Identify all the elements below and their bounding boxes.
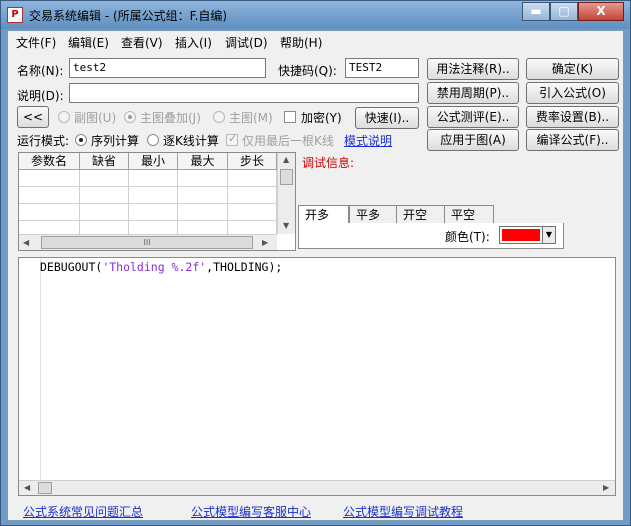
compile-formula-button[interactable]: 编译公式(F).. (526, 129, 619, 151)
table-horizontal-scrollbar[interactable]: ◀ III ▶ (19, 234, 277, 250)
title-bar[interactable]: P 交易系统编辑 - (所属公式组：F.自编) ▬ □ X (1, 1, 630, 29)
usage-notes-button[interactable]: 用法注释(R).. (427, 58, 519, 80)
editor-gutter (19, 258, 41, 480)
fast-button[interactable]: 快速(I).. (355, 107, 419, 129)
tab-close-long[interactable]: 平多 (349, 205, 396, 225)
description-label: 说明(D): (17, 89, 64, 103)
menu-edit[interactable]: 编辑(E) (68, 34, 109, 51)
col-min: 最小 (129, 153, 178, 170)
editor-scroll-thumb[interactable] (38, 482, 52, 494)
maximize-button[interactable]: □ (550, 2, 578, 21)
color-label: 颜色(T): (445, 230, 490, 244)
main-overlay-label: 主图叠加(J) (140, 111, 201, 125)
menu-bar: 文件(F) 编辑(E) 查看(V) 插入(I) 调试(D) 帮助(H) (8, 31, 623, 51)
bar-by-bar-label: 逐K线计算 (163, 134, 219, 148)
subchart-radio[interactable] (58, 111, 70, 123)
menu-insert[interactable]: 插入(I) (175, 34, 212, 51)
window-title: 交易系统编辑 - (所属公式组：F.自编) (29, 9, 228, 23)
col-step: 步长 (228, 153, 277, 170)
minimize-button[interactable]: ▬ (522, 2, 550, 21)
scroll-down-icon[interactable]: ▼ (283, 221, 289, 230)
encrypt-checkbox[interactable] (284, 111, 296, 123)
parameter-table-header: 参数名 缺省 最小 最大 步长 (19, 153, 277, 170)
tutorial-link[interactable]: 公式模型编写调试教程 (343, 503, 463, 520)
close-button[interactable]: X (578, 2, 624, 21)
support-center-link[interactable]: 公式模型编写客服中心 (191, 503, 311, 520)
description-field[interactable] (69, 83, 419, 103)
parameter-table[interactable]: 参数名 缺省 最小 最大 步长 ▲ ▼ ◀ III ▶ (18, 152, 296, 251)
col-param-name: 参数名 (19, 153, 80, 170)
table-row[interactable] (19, 170, 277, 187)
faq-link[interactable]: 公式系统常见问题汇总 (23, 503, 143, 520)
scroll-left-icon[interactable]: ◀ (24, 483, 30, 492)
tab-panel: 颜色(T): ▼ (298, 223, 564, 249)
table-row[interactable] (19, 204, 277, 221)
formula-test-button[interactable]: 公式测评(E).. (427, 106, 519, 128)
encrypt-label: 加密(Y) (301, 111, 342, 125)
model-explanation-link[interactable]: 模式说明 (344, 132, 392, 149)
chevron-down-icon[interactable]: ▼ (542, 227, 555, 243)
menu-debug[interactable]: 调试(D) (225, 34, 268, 51)
shortcut-field[interactable]: TEST2 (345, 58, 419, 78)
last-bar-checkbox[interactable] (226, 132, 238, 146)
menu-file[interactable]: 文件(F) (16, 34, 56, 51)
editor-window: P 交易系统编辑 - (所属公式组：F.自编) ▬ □ X 文件(F) 编辑(E… (0, 0, 631, 526)
last-bar-label: 仅用最后一根K线 (242, 134, 334, 148)
tab-open-long[interactable]: 开多 (298, 205, 349, 225)
sequential-label: 序列计算 (91, 134, 140, 148)
horizontal-scroll-thumb[interactable]: III (41, 236, 253, 249)
name-label: 名称(N): (17, 64, 64, 78)
debug-info-label: 调试信息: (302, 156, 355, 170)
formula-editor[interactable]: DEBUGOUT('Tholding %.2f',THOLDING); ◀ ▶ (18, 257, 616, 496)
bar-by-bar-radio[interactable] (147, 134, 159, 146)
main-overlay-radio[interactable] (124, 111, 136, 123)
table-row[interactable] (19, 187, 277, 204)
collapse-button[interactable]: << (17, 106, 49, 128)
subchart-label: 副图(U) (74, 111, 117, 125)
table-vertical-scrollbar[interactable]: ▲ ▼ (277, 153, 295, 234)
dialog-client: 文件(F) 编辑(E) 查看(V) 插入(I) 调试(D) 帮助(H) 名称(N… (7, 30, 624, 521)
tab-open-short[interactable]: 开空 (396, 205, 444, 225)
name-field[interactable]: test2 (69, 58, 266, 78)
menu-view[interactable]: 查看(V) (121, 34, 163, 51)
confirm-button[interactable]: 确定(K) (526, 58, 619, 80)
app-icon: P (7, 7, 23, 23)
col-max: 最大 (178, 153, 228, 170)
main-chart-label: 主图(M) (229, 111, 273, 125)
apply-to-chart-button[interactable]: 应用于图(A) (427, 129, 519, 151)
run-mode-label: 运行模式: (17, 134, 70, 148)
scroll-up-icon[interactable]: ▲ (283, 155, 289, 164)
color-swatch (502, 229, 540, 241)
main-chart-radio[interactable] (213, 111, 225, 123)
color-picker[interactable]: ▼ (499, 226, 556, 244)
scroll-right-icon[interactable]: ▶ (262, 238, 268, 247)
editor-horizontal-scrollbar[interactable]: ◀ ▶ (19, 480, 615, 495)
tab-close-short[interactable]: 平空 (444, 205, 494, 225)
scroll-thumb[interactable] (280, 169, 293, 185)
col-default: 缺省 (80, 153, 129, 170)
import-formula-button[interactable]: 引入公式(O) (526, 82, 619, 104)
shortcut-label: 快捷码(Q): (278, 64, 337, 78)
scroll-right-icon[interactable]: ▶ (603, 483, 609, 492)
disabled-periods-button[interactable]: 禁用周期(P).. (427, 82, 519, 104)
fee-settings-button[interactable]: 费率设置(B).. (526, 106, 619, 128)
menu-help[interactable]: 帮助(H) (280, 34, 322, 51)
formula-code[interactable]: DEBUGOUT('Tholding %.2f',THOLDING); (40, 260, 282, 274)
scroll-left-icon[interactable]: ◀ (23, 238, 29, 247)
sequential-radio[interactable] (75, 134, 87, 146)
